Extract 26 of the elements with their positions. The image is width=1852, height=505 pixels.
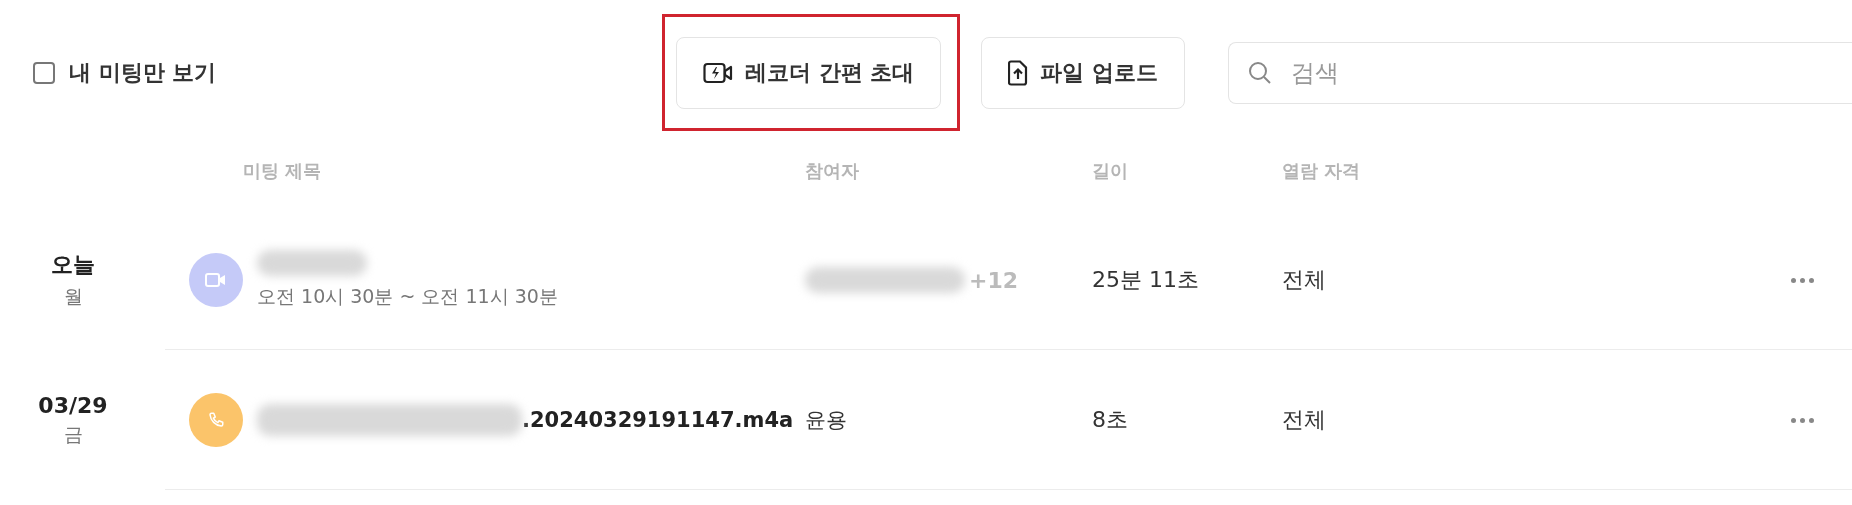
checkbox[interactable] [33, 61, 55, 84]
column-header: 열람 자격 [1282, 159, 1362, 183]
column-header: 미팅 제목 [243, 159, 323, 183]
duration: 25분 11초 [1092, 266, 1200, 294]
phone-icon [189, 393, 243, 447]
date-label: 03/29 [38, 392, 108, 418]
duration: 8초 [1092, 406, 1129, 434]
weekday-label: 월 [63, 284, 83, 309]
participant-name: 윤용 [805, 407, 847, 434]
weekday-label: 금 [63, 421, 83, 447]
search-field[interactable]: 검색 [1228, 41, 1852, 104]
meeting-time: 오전 10시 30분 ~ 오전 11시 30분 [257, 284, 559, 309]
column-header: 길이 [1092, 159, 1129, 183]
filter-label: 내 미팅만 보기 [69, 58, 217, 87]
meeting-title: .20240329191147.m4a [522, 408, 794, 432]
invite-recorder-button[interactable]: 레코더 간편 초대 [676, 37, 942, 109]
access-level: 전체 [1282, 406, 1327, 434]
search-icon [1248, 60, 1272, 85]
video-camera-icon [189, 253, 243, 307]
participant-count: +12 [969, 267, 1019, 293]
date-label: 오늘 [51, 251, 95, 279]
access-level: 전체 [1282, 266, 1327, 294]
video-flash-icon [703, 62, 733, 84]
file-upload-icon [1008, 59, 1029, 86]
upload-button[interactable]: 파일 업로드 [981, 36, 1185, 109]
column-header: 참여자 [805, 159, 860, 183]
